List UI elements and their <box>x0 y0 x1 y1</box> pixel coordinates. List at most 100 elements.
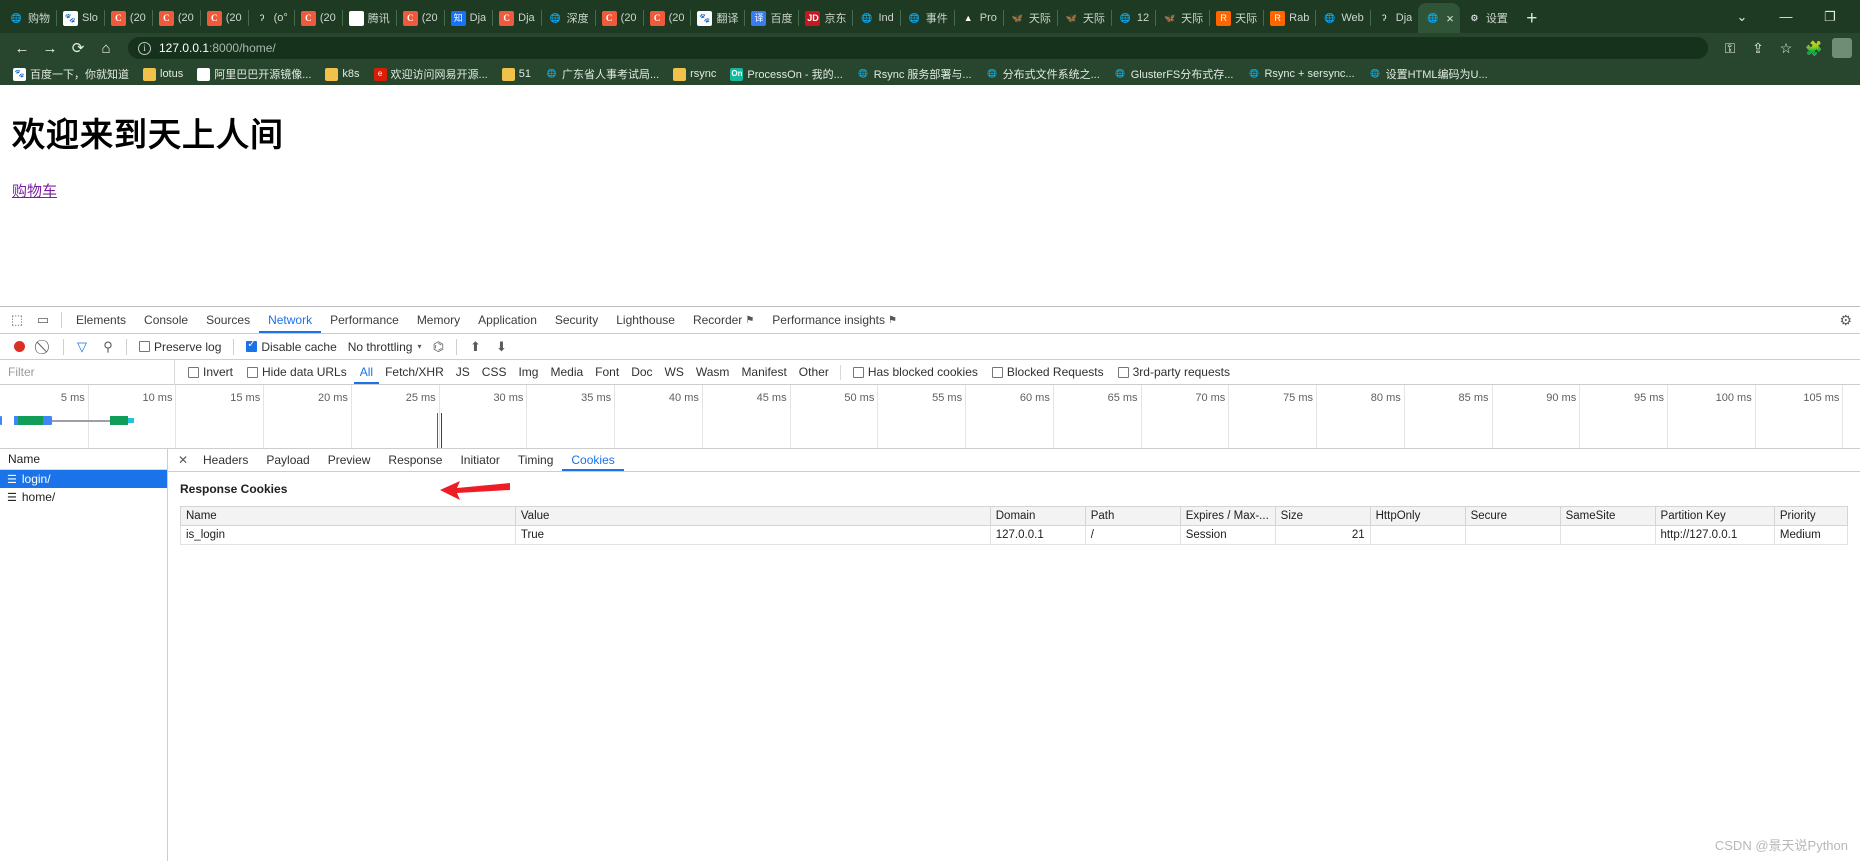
password-key-icon[interactable]: ⚿ <box>1716 34 1744 62</box>
request-row[interactable]: ☰ home/ <box>0 488 167 506</box>
browser-tab[interactable]: ⚙ 设置 <box>1460 3 1514 33</box>
bookmark-item[interactable]: 🌐 设置HTML编码为U... <box>1362 66 1495 82</box>
browser-tab[interactable]: 🐾 翻译 <box>690 3 744 33</box>
filter-chip-wasm[interactable]: Wasm <box>690 365 736 379</box>
browser-tab[interactable]: 🌐 × <box>1418 3 1460 33</box>
home-button[interactable]: ⌂ <box>92 34 120 62</box>
maximize-button[interactable]: ❐ <box>1808 0 1852 33</box>
device-toolbar-icon[interactable]: ▭ <box>30 307 56 333</box>
bookmark-item[interactable]: 🌐 广东省人事考试局... <box>538 66 666 82</box>
tab-search-button[interactable]: ⌄ <box>1720 0 1764 33</box>
browser-tab[interactable]: C (20 <box>594 3 643 33</box>
bookmark-item[interactable]: lotus <box>136 67 190 81</box>
cookies-column-header[interactable]: Expires / Max-... <box>1179 506 1276 526</box>
devtools-settings-icon[interactable]: ⚙ <box>1839 312 1852 329</box>
browser-tab[interactable]: 🌐 深度 <box>540 3 595 33</box>
network-timeline-overview[interactable]: 5 ms 10 ms 15 ms 20 ms 25 ms 30 ms 35 ms 40 ms 4… <box>0 385 1860 449</box>
cookies-column-header[interactable]: Priority <box>1773 506 1849 526</box>
browser-tab[interactable]: 🌐 Web <box>1315 3 1369 33</box>
filter-chip-manifest[interactable]: Manifest <box>735 365 792 379</box>
browser-tab[interactable]: 🦋 天际 <box>1002 3 1057 33</box>
filter-chip-img[interactable]: Img <box>512 365 544 379</box>
extensions-icon[interactable]: 🧩 <box>1800 34 1828 62</box>
bookmark-item[interactable]: rsync <box>666 67 723 81</box>
invert-checkbox[interactable]: Invert <box>181 365 240 379</box>
bookmark-item[interactable]: e 欢迎访问网易开源... <box>367 66 495 82</box>
detail-tab-payload[interactable]: Payload <box>257 449 318 471</box>
minimize-button[interactable]: — <box>1764 0 1808 33</box>
bookmark-item[interactable]: k8s <box>318 67 366 81</box>
browser-tab[interactable]: R 天际 <box>1209 3 1263 33</box>
bookmark-item[interactable]: On ProcessOn - 我的... <box>723 66 849 82</box>
bookmark-item[interactable]: 🐾 百度一下，你就知道 <box>6 66 136 82</box>
cookies-column-header[interactable]: Value <box>514 506 991 526</box>
browser-tab[interactable]: ʔ Dja <box>1369 3 1419 33</box>
browser-tab[interactable]: C (20 <box>642 3 691 33</box>
bookmark-item[interactable]: 🌐 分布式文件系统之... <box>979 66 1107 82</box>
filter-chip-css[interactable]: CSS <box>476 365 513 379</box>
browser-tab[interactable]: M 腾讯 <box>341 3 396 33</box>
export-har-icon[interactable]: ⬇ <box>488 334 514 360</box>
devtools-tab-lighthouse[interactable]: Lighthouse <box>607 307 684 333</box>
back-button[interactable]: ← <box>8 34 36 62</box>
hide-data-urls-checkbox[interactable]: Hide data URLs <box>240 365 354 379</box>
filter-chip-font[interactable]: Font <box>589 365 625 379</box>
close-tab-icon[interactable]: × <box>1446 12 1454 25</box>
detail-tab-response[interactable]: Response <box>379 449 451 471</box>
cookies-column-header[interactable]: Size <box>1274 506 1371 526</box>
browser-tab[interactable]: 知 Dja <box>443 3 493 33</box>
bookmark-item[interactable]: 🌐 Rsync + sersync... <box>1240 68 1361 81</box>
request-row[interactable]: ☰ login/ <box>0 470 167 488</box>
browser-tab[interactable]: R Rab <box>1263 3 1315 33</box>
filter-chip-js[interactable]: JS <box>450 365 476 379</box>
browser-tab[interactable]: ʔ (o° <box>247 3 294 33</box>
bookmark-item[interactable]: 🌐 GlusterFS分布式存... <box>1107 66 1241 82</box>
cookies-column-header[interactable]: HttpOnly <box>1369 506 1466 526</box>
filter-chip-media[interactable]: Media <box>544 365 589 379</box>
search-icon[interactable]: ⚲ <box>95 334 121 360</box>
cookies-table-row[interactable]: is_login True 127.0.0.1/Session 21 http://12… <box>180 525 1849 545</box>
browser-tab[interactable]: C (20 <box>199 3 248 33</box>
inspect-element-icon[interactable]: ⬚ <box>4 307 30 333</box>
preserve-log-checkbox[interactable]: Preserve log <box>132 340 228 354</box>
devtools-tab-performance-insights[interactable]: Performance insights ⚑ <box>763 307 906 333</box>
cart-link[interactable]: 购物车 <box>12 180 57 201</box>
browser-tab[interactable]: 🐾 Slo <box>56 3 104 33</box>
record-button[interactable] <box>6 334 32 360</box>
filter-chip-doc[interactable]: Doc <box>625 365 658 379</box>
filter-input[interactable]: Filter <box>0 359 175 385</box>
forward-button[interactable]: → <box>36 34 64 62</box>
clear-button[interactable]: ⃠ <box>32 334 58 360</box>
bookmark-item[interactable]: ◎ 阿里巴巴开源镜像... <box>190 66 318 82</box>
share-icon[interactable]: ⇪ <box>1744 34 1772 62</box>
browser-tab[interactable]: C (20 <box>151 3 200 33</box>
devtools-tab-recorder[interactable]: Recorder ⚑ <box>684 307 763 333</box>
browser-tab[interactable]: 🦋 天际 <box>1056 3 1111 33</box>
detail-tab-preview[interactable]: Preview <box>319 449 380 471</box>
filter-toggle-icon[interactable]: ▽ <box>69 334 95 360</box>
browser-tab[interactable]: C (20 <box>395 3 444 33</box>
filter-chip-all[interactable]: All <box>354 361 379 384</box>
detail-tab-headers[interactable]: Headers <box>194 449 257 471</box>
profile-avatar[interactable] <box>1832 38 1852 58</box>
import-har-icon[interactable]: ⬆ <box>462 334 488 360</box>
browser-tab[interactable]: JD 京东 <box>798 3 852 33</box>
has-blocked-cookies-checkbox[interactable]: Has blocked cookies <box>846 365 985 379</box>
throttling-dropdown[interactable]: No throttling ▾ <box>344 340 426 354</box>
browser-tab[interactable]: ▲ Pro <box>953 3 1003 33</box>
cookies-column-header[interactable]: Domain <box>989 506 1086 526</box>
cookies-column-header[interactable]: SameSite <box>1559 506 1656 526</box>
browser-tab[interactable]: 🦋 天际 <box>1155 3 1209 33</box>
browser-tab[interactable]: C (20 <box>103 3 152 33</box>
browser-tab[interactable]: C (20 <box>293 3 342 33</box>
detail-tab-timing[interactable]: Timing <box>509 449 563 471</box>
browser-tab[interactable]: 🌐 Ind <box>852 3 899 33</box>
cookies-column-header[interactable]: Secure <box>1464 506 1561 526</box>
bookmark-item[interactable]: 51 <box>495 67 538 81</box>
devtools-tab-sources[interactable]: Sources <box>197 307 259 333</box>
browser-tab[interactable]: 🌐 12 <box>1110 3 1155 33</box>
devtools-tab-network[interactable]: Network <box>259 307 321 333</box>
filter-chip-fetch-xhr[interactable]: Fetch/XHR <box>379 365 450 379</box>
bookmark-star-icon[interactable]: ☆ <box>1772 34 1800 62</box>
new-tab-button[interactable]: + <box>1518 5 1546 33</box>
